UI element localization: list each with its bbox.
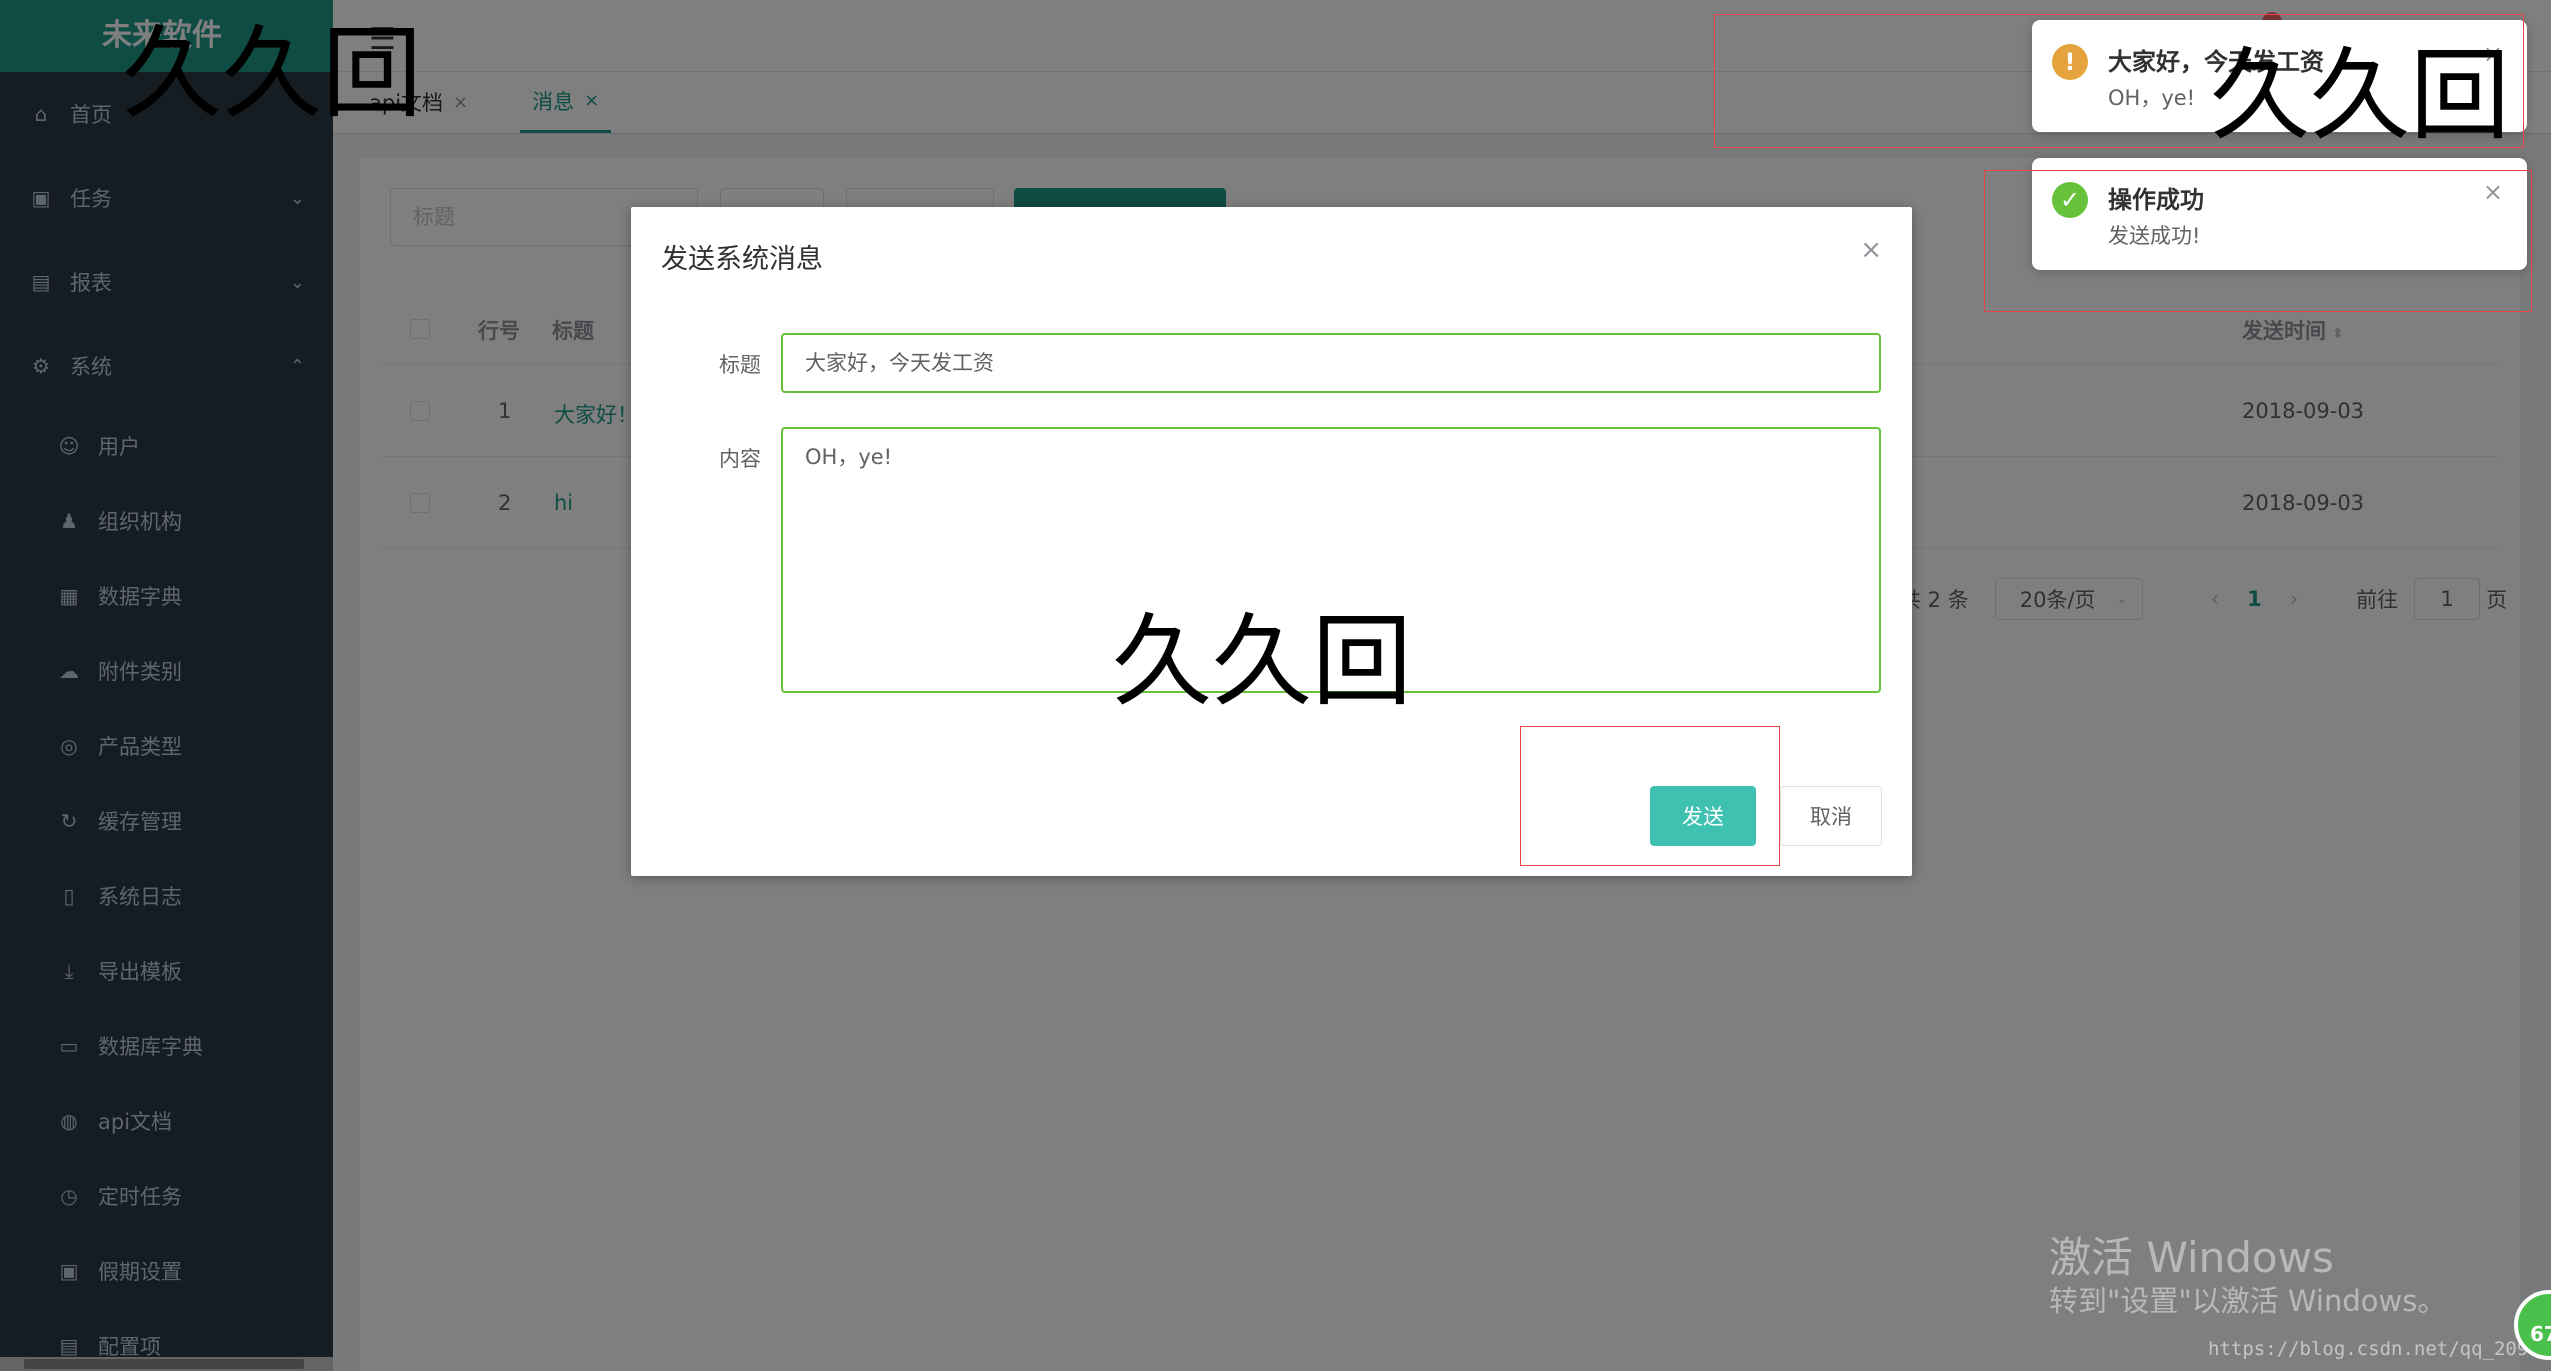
notification-title: 操作成功 [2108,186,2204,214]
dialog-title: 发送系统消息 [661,244,823,275]
close-icon[interactable]: × [1860,235,1882,265]
windows-activation-subtitle: 转到"设置"以激活 Windows。 [2049,1284,2447,1318]
content-label: 内容 [719,447,761,471]
notification-message: 发送成功! [2108,224,2201,248]
send-message-dialog: 发送系统消息 × 标题 大家好，今天发工资 内容 OH，ye! 发送 取消 [631,207,1912,876]
close-icon[interactable]: × [2483,178,2503,206]
notification-message: OH，ye! [2108,86,2196,110]
title-input[interactable]: 大家好，今天发工资 [781,333,1881,393]
blog-url-watermark: https://blog.csdn.net/qq_20980 [2208,1338,2551,1360]
watermark-text: 久久回 [122,15,422,132]
watermark-text: 久久回 [2210,37,2510,154]
windows-activation-title: 激活 Windows [2049,1233,2334,1282]
title-label: 标题 [719,353,761,377]
cancel-button[interactable]: 取消 [1780,786,1882,846]
warning-icon: ! [2052,44,2088,80]
notification-success: ✓ 操作成功 发送成功! × [2032,158,2527,270]
success-icon: ✓ [2052,182,2088,218]
watermark-text: 久久回 [1112,603,1412,720]
send-button[interactable]: 发送 [1650,786,1756,846]
